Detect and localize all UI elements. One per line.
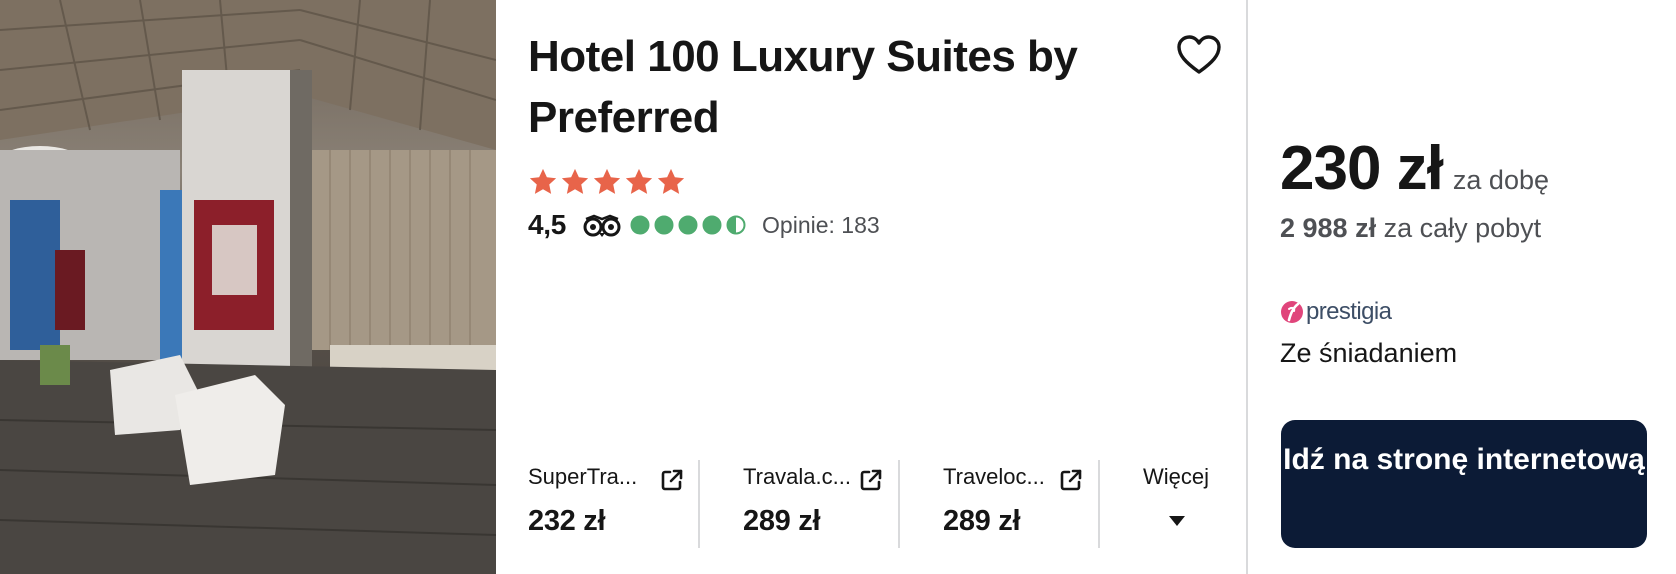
offer-item[interactable]: Travala.c... 289 zł <box>743 460 883 548</box>
offer-provider-name: Traveloc... <box>943 464 1045 489</box>
offer-price: 289 zł <box>943 505 1021 537</box>
offer-item[interactable]: SuperTra... 232 zł <box>528 460 698 548</box>
heart-outline-icon[interactable] <box>1176 33 1222 79</box>
star-icon <box>561 168 589 194</box>
rating-bubble <box>702 215 722 235</box>
rating-bubble <box>630 215 650 235</box>
rating-bubbles <box>630 215 746 235</box>
hotel-photo-image <box>0 0 496 574</box>
price-total-suffix: za cały pobyt <box>1383 213 1542 243</box>
divider <box>898 460 900 548</box>
reviews-count[interactable]: Opinie: 183 <box>762 212 880 239</box>
price-per-night: 230 zł za dobę <box>1280 133 1549 204</box>
column-divider <box>1246 0 1248 574</box>
more-offers-label: Więcej <box>1143 464 1210 489</box>
go-to-website-button[interactable]: Idź na stronę internetową <box>1281 420 1647 548</box>
provider-brand-name: prestigia <box>1306 298 1392 325</box>
meal-plan: Ze śniadaniem <box>1280 338 1458 368</box>
offer-provider-name: Travala.c... <box>743 464 851 489</box>
rating-score: 4,5 <box>528 209 567 240</box>
more-offers-button[interactable]: Więcej <box>1143 460 1223 548</box>
star-icon <box>593 168 621 194</box>
external-link-icon <box>859 468 883 492</box>
offer-provider-name: SuperTra... <box>528 464 638 489</box>
hotel-name[interactable]: Hotel 100 Luxury Suites by Preferred <box>528 26 1148 148</box>
rating-bubble <box>678 215 698 235</box>
external-link-icon <box>660 468 684 492</box>
price-per-night-value: 230 zł <box>1280 134 1444 203</box>
divider <box>698 460 700 548</box>
price-total-stay: 2 988 zł za cały pobyt <box>1280 213 1541 244</box>
star-icon <box>529 168 557 194</box>
rating-row: 4,5 Opinie: 183 <box>528 206 880 244</box>
price-total-value: 2 988 zł <box>1280 213 1377 243</box>
offer-price: 232 zł <box>528 505 606 537</box>
star-icon <box>657 168 685 194</box>
hotel-stars <box>528 167 686 197</box>
divider <box>1098 460 1100 548</box>
external-link-icon <box>1059 468 1083 492</box>
rating-bubble <box>726 215 746 235</box>
offer-item[interactable]: Traveloc... 289 zł <box>943 460 1113 548</box>
caret-down-icon <box>1169 516 1185 526</box>
prestigia-logo-icon <box>1281 301 1303 323</box>
price-per-night-suffix: za dobę <box>1452 165 1549 195</box>
provider-brand-logo: prestigia <box>1280 298 1392 326</box>
star-icon <box>625 168 653 194</box>
hotel-result-card: Hotel 100 Luxury Suites by Preferred 4,5… <box>0 0 1676 574</box>
hotel-photo[interactable] <box>0 0 496 574</box>
tripadvisor-owl-icon <box>582 213 622 237</box>
offer-price: 289 zł <box>743 505 821 537</box>
rating-bubble <box>654 215 674 235</box>
